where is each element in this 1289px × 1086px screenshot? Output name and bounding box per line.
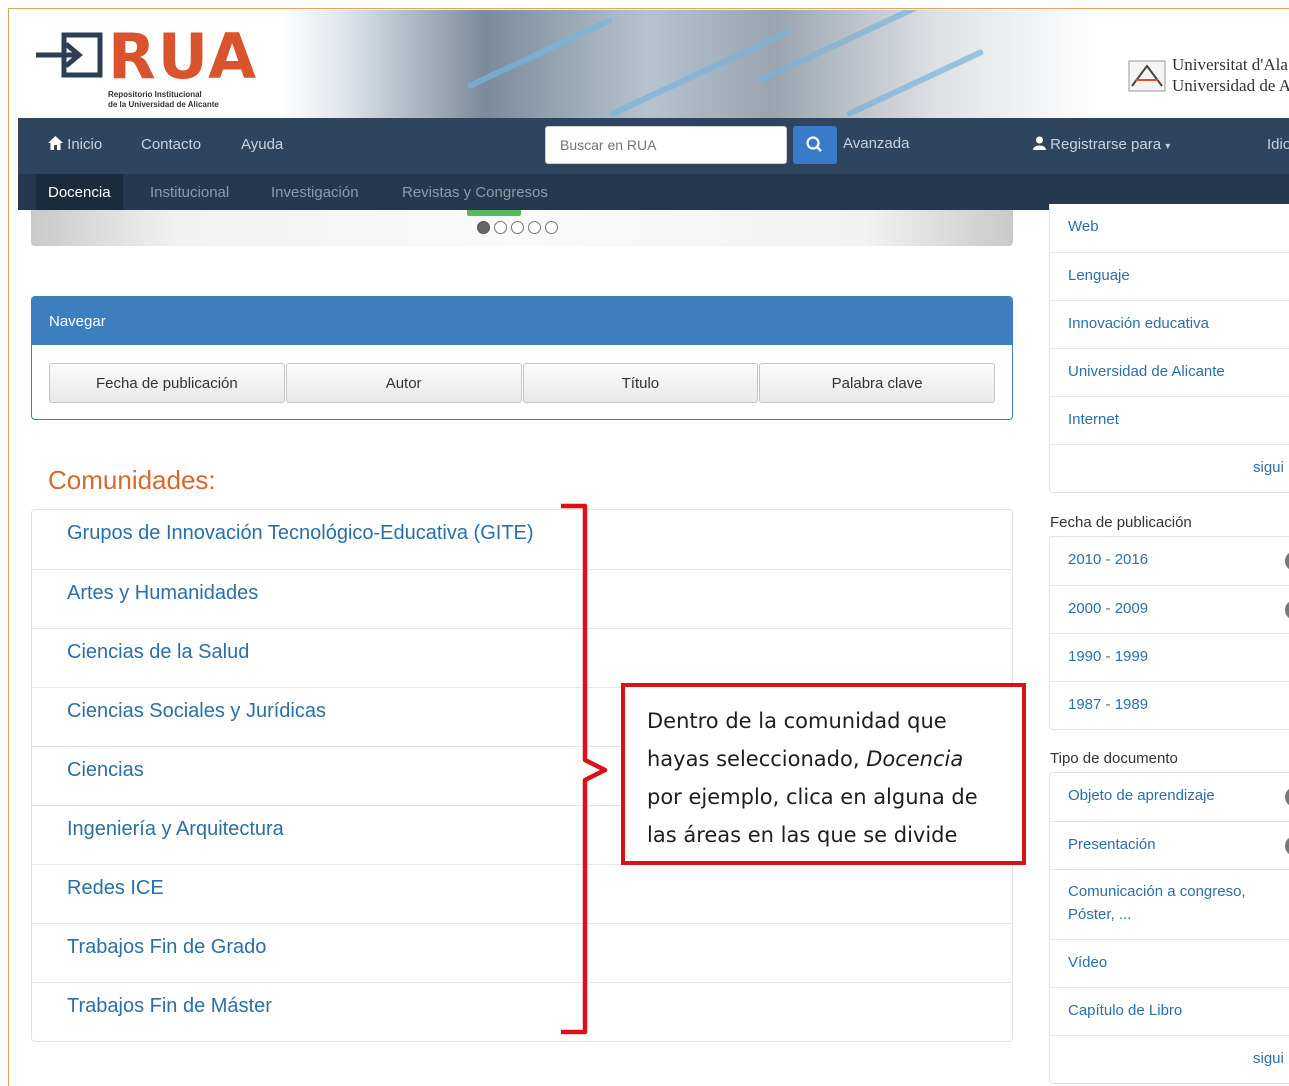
facet-more-link[interactable]: sigui (1050, 444, 1289, 492)
search-input[interactable] (545, 126, 787, 164)
facet-item[interactable]: Objeto de aprendizaje (1050, 773, 1289, 821)
register-dropdown[interactable]: Registrarse para ▾ (1033, 136, 1170, 153)
facet-item[interactable]: Lenguaje (1050, 252, 1289, 300)
facet-item[interactable]: Capítulo de Libro (1050, 987, 1289, 1035)
facet-item[interactable]: Comunicación a congreso, Póster, ... (1050, 869, 1289, 939)
carousel-dot[interactable] (511, 221, 524, 234)
carousel-caption-tab (467, 210, 521, 216)
nav-home[interactable]: Inicio (48, 136, 102, 153)
nav-home-label: Inicio (67, 136, 103, 153)
facet-item-label: 2000 - 2009 (1068, 600, 1149, 617)
count-badge (1285, 551, 1289, 571)
date-facet-title: Fecha de publicación (1050, 514, 1192, 531)
facet-item-label: Presentación (1068, 836, 1156, 853)
sidebar-date-facet: 2010 - 2016 2000 - 2009 1990 - 1999 1987… (1049, 536, 1289, 730)
sidebar-type-facet: Objeto de aprendizaje Presentación Comun… (1049, 772, 1289, 1084)
logo-wordmark[interactable]: RUA (108, 22, 258, 92)
university-name[interactable]: Universitat d'Ala Universidad de A (1172, 54, 1289, 96)
facet-item-label: 2010 - 2016 (1068, 551, 1149, 568)
communities-heading: Comunidades: (48, 465, 216, 495)
search-icon (806, 136, 822, 152)
facet-item[interactable]: Vídeo (1050, 939, 1289, 987)
site-header: RUA Repositorio Institucional de la Univ… (10, 10, 1289, 118)
home-icon (48, 136, 63, 150)
logo-arrow-icon (36, 32, 103, 78)
facet-item[interactable]: Internet (1050, 396, 1289, 444)
subnav-institucional[interactable]: Institucional (150, 184, 229, 201)
carousel-dot[interactable] (494, 221, 507, 234)
carousel-indicators (477, 221, 558, 235)
facet-more-link[interactable]: sigui (1050, 1035, 1289, 1083)
browse-by-author-button[interactable]: Autor (285, 363, 522, 403)
subnav-revistas[interactable]: Revistas y Congresos (402, 184, 548, 201)
facet-item[interactable]: 2000 - 2009 (1050, 585, 1289, 633)
advanced-search-link[interactable]: Avanzada (843, 135, 909, 152)
facet-item[interactable]: Universidad de Alicante (1050, 348, 1289, 396)
carousel-dot[interactable] (528, 221, 541, 234)
facet-item-label: Objeto de aprendizaje (1068, 787, 1215, 804)
user-icon (1033, 136, 1046, 150)
subnav-docencia[interactable]: Docencia (36, 174, 123, 210)
search-button[interactable] (793, 126, 837, 164)
facet-item[interactable]: 2010 - 2016 (1050, 537, 1289, 585)
facet-item[interactable]: 1990 - 1999 (1050, 633, 1289, 681)
subnav-investigacion[interactable]: Investigación (271, 184, 359, 201)
main-navbar: Inicio Contacto Ayuda Avanzada Registrar… (18, 118, 1289, 174)
browse-by-title-button[interactable]: Título (522, 363, 759, 403)
browse-by-date-button[interactable]: Fecha de publicación (49, 363, 285, 403)
community-item[interactable]: Trabajos Fin de Grado (32, 923, 1012, 982)
annotation-bracket (561, 503, 608, 1035)
community-item[interactable]: Artes y Humanidades (32, 569, 1012, 628)
community-item[interactable]: Ciencias de la Salud (32, 628, 1012, 687)
type-facet-title: Tipo de documento (1050, 750, 1178, 767)
facet-item[interactable]: 1987 - 1989 (1050, 681, 1289, 729)
facet-item[interactable]: Web (1050, 204, 1289, 252)
facet-item[interactable]: Presentación (1050, 821, 1289, 869)
nav-help[interactable]: Ayuda (241, 136, 283, 153)
facet-item[interactable]: Innovación educativa (1050, 300, 1289, 348)
browse-by-keyword-button[interactable]: Palabra clave (759, 363, 995, 403)
carousel-dot[interactable] (545, 221, 558, 234)
sidebar-keyword-facet: Web Lenguaje Innovación educativa Univer… (1049, 204, 1289, 493)
browse-panel: Navegar Fecha de publicación Autor Títul… (31, 296, 1013, 420)
community-item[interactable]: Trabajos Fin de Máster (32, 982, 1012, 1041)
community-item[interactable]: Redes ICE (32, 864, 1012, 923)
browse-button-group: Fecha de publicación Autor Título Palabr… (49, 363, 996, 403)
annotation-callout: Dentro de la comunidad que hayas selecci… (621, 683, 1026, 865)
browse-panel-title: Navegar (32, 297, 1012, 345)
register-label: Registrarse para (1050, 136, 1162, 153)
count-badge (1285, 787, 1289, 807)
callout-text: por ejemplo, clica en alguna de las área… (647, 785, 978, 847)
nav-contact[interactable]: Contacto (141, 136, 201, 153)
community-item[interactable]: Grupos de Innovación Tecnológico-Educati… (32, 510, 1012, 569)
carousel-dot[interactable] (477, 221, 490, 234)
language-dropdown[interactable]: Idio (1267, 136, 1289, 153)
carousel (31, 210, 1013, 246)
chevron-down-icon: ▾ (1165, 141, 1171, 152)
university-logo-icon (1128, 60, 1166, 92)
count-badge (1285, 836, 1289, 856)
callout-emphasis: Docencia (866, 747, 964, 771)
header-photo (280, 10, 1100, 118)
count-badge (1285, 600, 1289, 620)
logo-subtitle: Repositorio Institucional de la Universi… (108, 90, 219, 109)
